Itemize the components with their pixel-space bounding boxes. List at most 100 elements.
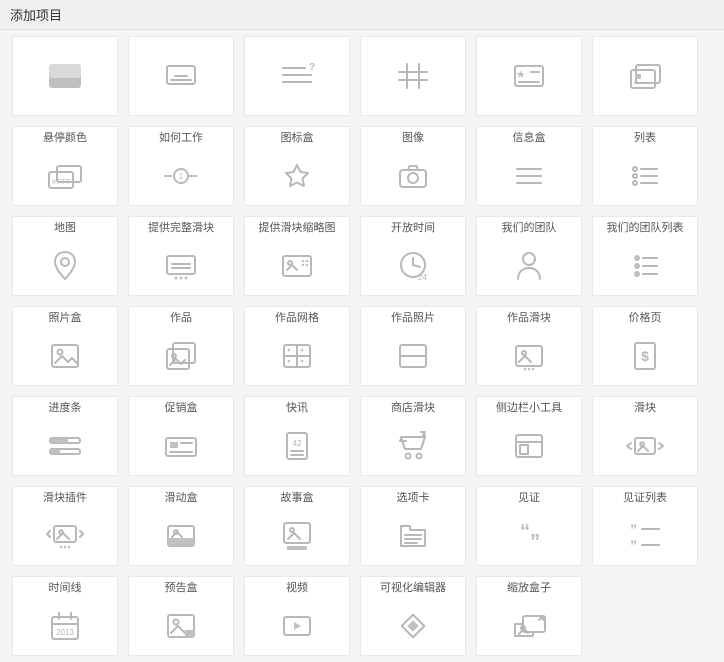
element-tile[interactable]: 见证“” [476,486,582,566]
element-tile[interactable]: 提供完整滑块 [128,216,234,296]
tile-label: 作品网格 [245,307,349,327]
image-slider-icon [477,327,581,385]
element-tile[interactable]: 地图 [12,216,118,296]
element-tile[interactable]: 缩放盒子 [476,576,582,656]
hash-icon [361,37,465,115]
quotes-list-icon: ”” [593,507,697,565]
tile-label: 见证 [477,487,581,507]
tile-label: 列表 [593,127,697,147]
svg-text:42: 42 [293,439,302,448]
image-icon [13,327,117,385]
element-tile[interactable]: 进度条 [12,396,118,476]
tile-label: 可视化编辑器 [361,577,465,597]
element-tile[interactable]: 时间线2013 [12,576,118,656]
slider-thumb-icon [245,237,349,295]
tile-label: 价格页 [593,307,697,327]
tile-label: 照片盒 [13,307,117,327]
svg-text:# FFF: # FFF [52,179,71,186]
tile-label: 进度条 [13,397,117,417]
element-tile[interactable]: 作品 [128,306,234,386]
element-tile[interactable] [476,36,582,116]
element-tile[interactable]: 滑动盒 [128,486,234,566]
clock-24-icon: 24 [361,237,465,295]
tile-label: 故事盒 [245,487,349,507]
tile-label: 见证列表 [593,487,697,507]
star-icon [245,147,349,205]
element-tile[interactable]: 预告盒 [128,576,234,656]
tile-label: 开放时间 [361,217,465,237]
element-tile[interactable]: 商店滑块 [360,396,466,476]
dialog-title: 添加项目 [10,5,62,24]
element-tile[interactable] [128,36,234,116]
media-stack-icon [593,37,697,115]
element-tile[interactable]: 视频 [244,576,350,656]
element-tile[interactable]: 故事盒 [244,486,350,566]
element-tile[interactable]: 我们的团队列表 [592,216,698,296]
element-tile[interactable]: 图像 [360,126,466,206]
element-tile[interactable] [360,36,466,116]
element-tile[interactable]: 提供滑块缩略图 [244,216,350,296]
how-works-icon: 1 [129,147,233,205]
tile-label: 我们的团队列表 [593,217,697,237]
tile-label: 作品滑块 [477,307,581,327]
list-dots-icon [593,147,697,205]
tile-label: 地图 [13,217,117,237]
tile-label: 滑动盒 [129,487,233,507]
tile-label: 图标盒 [245,127,349,147]
element-tile[interactable]: 图标盒 [244,126,350,206]
video-icon [245,597,349,655]
dialog-header: 添加项目 [0,0,724,30]
svg-text:24: 24 [418,273,427,282]
element-tile[interactable]: 列表 [592,126,698,206]
lines-question-icon: ? [245,37,349,115]
element-tile[interactable]: 作品滑块 [476,306,582,386]
element-tile[interactable]: 照片盒 [12,306,118,386]
tile-label: 促销盒 [129,397,233,417]
diamond-icon [361,597,465,655]
tile-label: 预告盒 [129,577,233,597]
element-tile[interactable]: 滑块插件 [12,486,118,566]
element-tile[interactable]: ? [244,36,350,116]
element-tile[interactable]: 作品网格 [244,306,350,386]
window-icon [477,417,581,475]
element-tile[interactable]: 可视化编辑器 [360,576,466,656]
svg-text:”: ” [630,537,637,552]
progress-icon [13,417,117,475]
trailer-icon [129,597,233,655]
tile-label: 信息盒 [477,127,581,147]
element-tile[interactable]: 选项卡 [360,486,466,566]
element-tile[interactable]: 滑块 [592,396,698,476]
story-box-icon [245,507,349,565]
element-tile[interactable]: 作品照片 [360,306,466,386]
zoom-box-icon [477,597,581,655]
slider-arrows-icon [593,417,697,475]
element-tile[interactable]: 如何工作 1 [128,126,234,206]
element-tile[interactable]: 开放时间 24 [360,216,466,296]
element-tile[interactable]: 信息盒 [476,126,582,206]
svg-text:1: 1 [179,172,184,181]
list-lines-icon [477,147,581,205]
split-h-icon [361,327,465,385]
element-tile[interactable]: 见证列表”” [592,486,698,566]
element-tile[interactable]: 侧边栏小工具 [476,396,582,476]
element-tile[interactable]: 促销盒 [128,396,234,476]
element-tile[interactable]: 我们的团队 [476,216,582,296]
tile-label: 滑块 [593,397,697,417]
card-star-icon [477,37,581,115]
sliding-box-icon [129,507,233,565]
camera-icon [361,147,465,205]
element-tile[interactable] [592,36,698,116]
element-tile[interactable]: 价格页$ [592,306,698,386]
svg-text:”: ” [630,521,637,537]
element-tile[interactable] [12,36,118,116]
element-tile[interactable]: 快讯42 [244,396,350,476]
tabs-icon [361,507,465,565]
tile-label: 视频 [245,577,349,597]
tile-label: 如何工作 [129,127,233,147]
image-stack-icon [129,327,233,385]
svg-text:”: ” [530,531,540,552]
cart-icon [361,417,465,475]
element-tile[interactable]: 悬停颜色# FFF [12,126,118,206]
dollar-page-icon: $ [593,327,697,385]
slider-full-icon [129,237,233,295]
